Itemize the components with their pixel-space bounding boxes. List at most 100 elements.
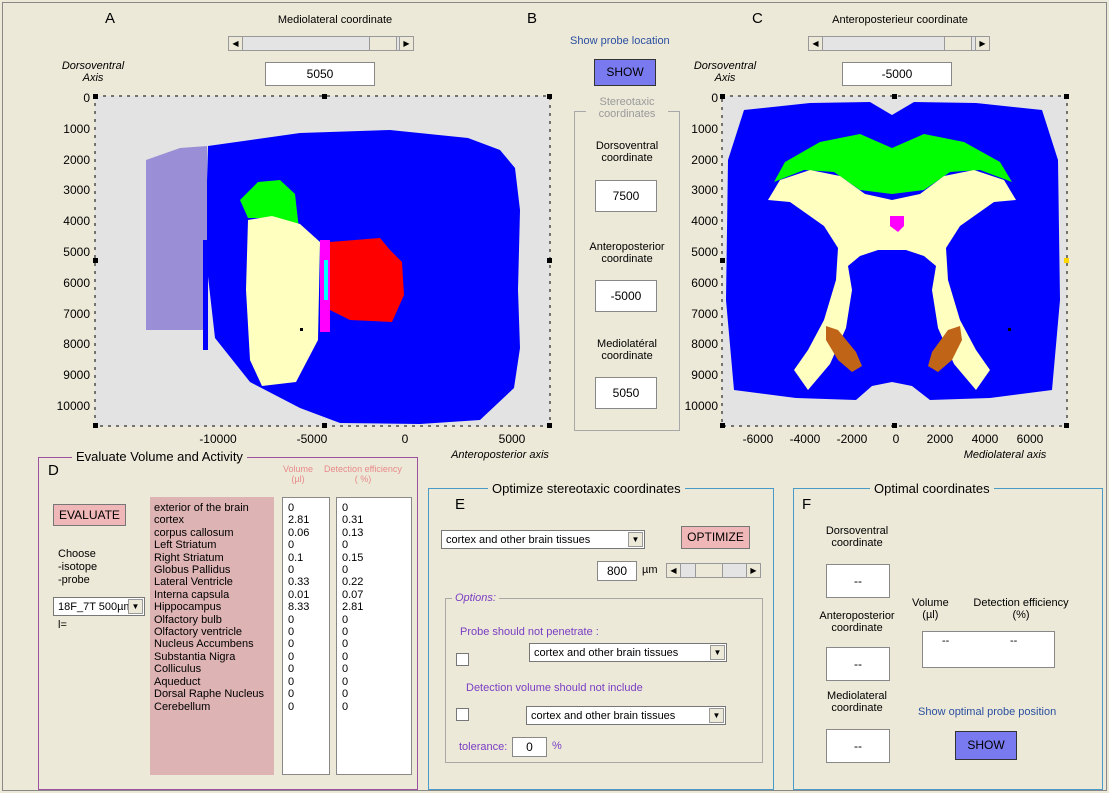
region-list-item: Interna capsula	[154, 588, 230, 601]
volume-list-item: 0.06	[288, 526, 310, 539]
probe-size-field[interactable]: 800	[597, 561, 637, 581]
efficiency-list-item: 0	[342, 564, 349, 577]
c-y-tick: 7000	[691, 307, 718, 321]
probe-select[interactable]: 18F_7T 500µm l= ▼	[53, 597, 145, 631]
volume-list-item: 0	[288, 626, 295, 639]
c-x-axis-label: Mediolateral axis	[963, 449, 1047, 461]
chevron-down-icon[interactable]: ▼	[709, 708, 724, 723]
efficiency-list-item: 2.81	[342, 601, 364, 614]
sagittal-brain-plot[interactable]: 0 1000 2000 3000 4000 5000 6000 7000 800…	[0, 90, 560, 460]
optimal-dv-field[interactable]: --	[826, 564, 890, 598]
region-list-item: Cerebellum	[154, 700, 211, 713]
volume-header: Volume (µl)	[282, 464, 314, 484]
panel-letter-c: C	[752, 10, 763, 27]
coronal-brain-plot[interactable]: 0 1000 2000 3000 4000 5000 6000 7000 800…	[660, 90, 1080, 460]
c-y-tick: 5000	[691, 245, 718, 259]
efficiency-list-item: 0	[342, 613, 349, 626]
a-y-tick: 9000	[63, 368, 90, 382]
c-y-tick: 4000	[691, 214, 718, 228]
anteroposterior-slider[interactable]: ◀ ▶	[808, 36, 990, 51]
slider-left-arrow-icon[interactable]: ◀	[667, 564, 681, 577]
efficiency-list-item: 0	[342, 626, 349, 639]
panel-letter-f: F	[802, 496, 812, 513]
region-list-item: Substantia Nigra	[154, 650, 236, 663]
a-y-tick: 7000	[63, 307, 90, 321]
region-list-item: Olfactory bulb	[154, 613, 222, 626]
volume-list-item: 0	[288, 564, 295, 577]
probe-size-slider[interactable]: ◀ ▶	[666, 563, 761, 578]
tolerance-label: tolerance:	[459, 741, 508, 753]
efficiency-list-item: 0	[342, 502, 349, 514]
a-y-tick: 2000	[63, 153, 90, 167]
optimal-volume-value: --	[942, 635, 950, 647]
anteroposterior-value-field[interactable]: -5000	[842, 62, 952, 86]
slider-right-arrow-icon[interactable]: ▶	[399, 37, 413, 50]
volume-list-item: 0	[288, 675, 295, 688]
region-list-item: Colliculus	[154, 663, 202, 676]
c-y-tick: 10000	[685, 399, 719, 413]
no-include-select[interactable]: cortex and other brain tissues ▼	[526, 706, 726, 725]
ml-field[interactable]: 5050	[595, 377, 657, 409]
chevron-down-icon[interactable]: ▼	[128, 599, 143, 614]
choose-label: Choose -isotope -probe	[58, 548, 98, 586]
a-y-tick: 4000	[63, 214, 90, 228]
no-penetrate-select[interactable]: cortex and other brain tissues ▼	[529, 643, 727, 662]
optimal-panel-title: Optimal coordinates	[870, 481, 994, 496]
mediolateral-value-field[interactable]: 5050	[265, 62, 375, 86]
slider-right-arrow-icon[interactable]: ▶	[975, 37, 989, 50]
optimal-efficiency-header: Detection efficiency (%)	[973, 597, 1069, 621]
a-y-tick: 1000	[63, 122, 90, 136]
optimize-button[interactable]: OPTIMIZE	[681, 526, 750, 549]
no-penetrate-checkbox[interactable]	[456, 653, 469, 666]
tolerance-field[interactable]: 0	[512, 737, 547, 757]
a-x-tick: 0	[402, 432, 409, 446]
volume-list-item: 0	[288, 638, 295, 651]
chevron-down-icon[interactable]: ▼	[628, 532, 643, 547]
slider-left-arrow-icon[interactable]: ◀	[229, 37, 243, 50]
efficiency-list-item: 0.22	[342, 576, 364, 589]
region-list-item: corpus callosum	[154, 526, 234, 539]
region-list-item: Hippocampus	[154, 601, 222, 614]
target-tissue-select[interactable]: cortex and other brain tissues ▼	[441, 530, 645, 549]
optimal-ap-field[interactable]: --	[826, 647, 890, 681]
efficiency-list-item: 0	[342, 700, 349, 713]
show-optimal-button[interactable]: SHOW	[955, 731, 1017, 760]
volume-list-item: 8.33	[288, 601, 310, 614]
tolerance-unit: %	[552, 740, 562, 752]
mediolateral-slider[interactable]: ◀ ▶	[228, 36, 414, 51]
evaluate-button[interactable]: EVALUATE	[53, 504, 126, 526]
slider-thumb[interactable]	[695, 564, 723, 577]
region-list-item: Aqueduct	[154, 675, 201, 688]
dv-field[interactable]: 7500	[595, 180, 657, 212]
slider-right-arrow-icon[interactable]: ▶	[746, 564, 760, 577]
volume-list-item: 0	[288, 650, 295, 663]
slider-thumb[interactable]	[944, 37, 972, 50]
brain-tissue-region	[726, 102, 1060, 400]
efficiency-header: Detection efficiency ( %)	[324, 464, 402, 484]
optimal-ml-field[interactable]: --	[826, 729, 890, 763]
region-list-item: exterior of the brain	[154, 502, 249, 514]
c-y-tick: 1000	[691, 122, 718, 136]
volume-list-item: 0	[288, 502, 295, 514]
no-penetrate-value: cortex and other brain tissues	[534, 647, 679, 659]
c-x-tick: 0	[893, 432, 900, 446]
c-y-tick: 8000	[691, 337, 718, 351]
chevron-down-icon[interactable]: ▼	[710, 645, 725, 660]
ap-field[interactable]: -5000	[595, 280, 657, 312]
efficiency-values: 0 0.31 0.13 0 0.15 0 0.22 0.07 2.81 0 0 0 0 0 0 0 0	[342, 502, 363, 713]
a-x-tick: -5000	[297, 432, 328, 446]
show-optimal-label: Show optimal probe position	[918, 706, 1057, 718]
volume-list-item: 0	[288, 613, 295, 626]
efficiency-list-item: 0	[342, 675, 349, 688]
volume-list-item: 2.81	[288, 514, 310, 527]
evaluate-panel-title: Evaluate Volume and Activity	[72, 449, 247, 464]
panel-letter-a: A	[105, 10, 116, 27]
efficiency-list-item: 0	[342, 638, 349, 651]
slider-left-arrow-icon[interactable]: ◀	[809, 37, 823, 50]
show-probe-button[interactable]: SHOW	[594, 59, 656, 86]
a-y-tick: 0	[83, 91, 90, 105]
slider-thumb[interactable]	[369, 37, 397, 50]
a-y-tick: 5000	[63, 245, 90, 259]
mediolateral-slider-title: Mediolateral coordinate	[277, 14, 393, 26]
no-include-checkbox[interactable]	[456, 708, 469, 721]
